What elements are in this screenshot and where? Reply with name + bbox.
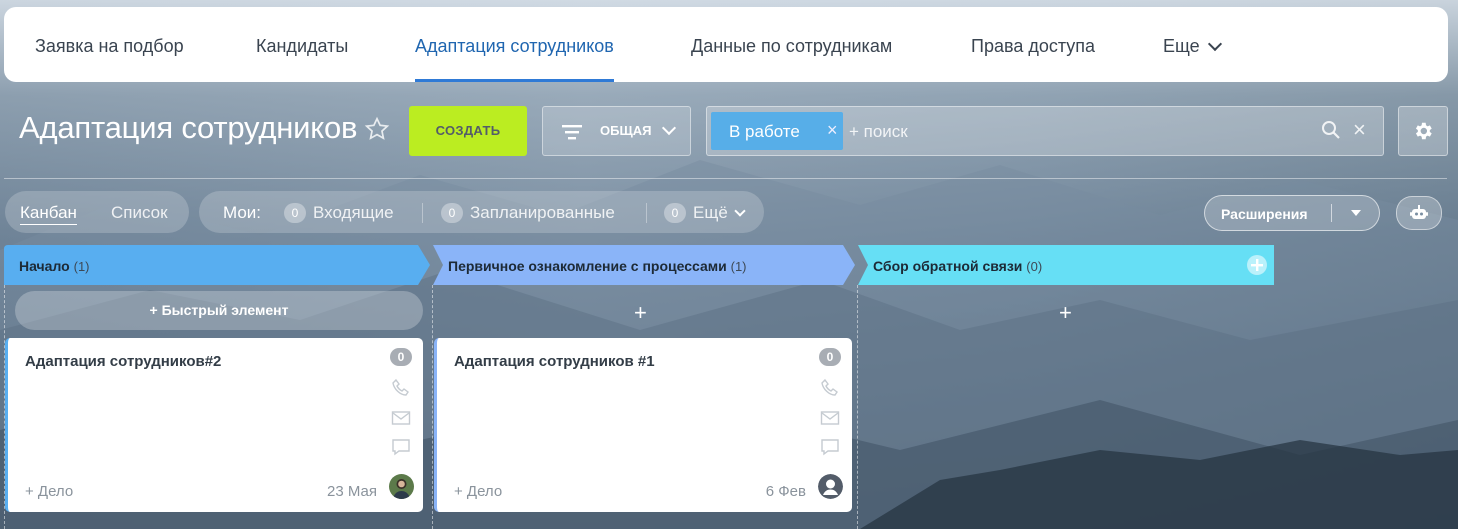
- card-date: 23 Мая: [327, 483, 377, 500]
- card-date: 6 Фев: [765, 483, 806, 500]
- close-icon[interactable]: ×: [827, 120, 838, 141]
- column-title-text: Первичное ознакомление с процессами: [448, 258, 727, 274]
- filter-preset-button[interactable]: ОБЩАЯ: [542, 106, 691, 156]
- header-divider: [4, 178, 1447, 179]
- column-header-feedback[interactable]: Сбор обратной связи (0): [858, 245, 1274, 285]
- chat-icon[interactable]: [820, 437, 840, 457]
- add-todo-link[interactable]: + Дело: [25, 483, 73, 500]
- separator: [1331, 204, 1332, 222]
- column-header-start[interactable]: Начало (1): [4, 245, 430, 285]
- search-icon[interactable]: [1321, 120, 1341, 140]
- tab-employee-adaptation[interactable]: Адаптация сотрудников: [415, 7, 614, 82]
- counter-badge: 0: [664, 203, 686, 223]
- add-column-icon[interactable]: [1246, 254, 1268, 276]
- counters-label: Мои:: [223, 203, 262, 222]
- phone-icon[interactable]: [391, 378, 411, 398]
- column-count: (1): [730, 259, 747, 274]
- tab-more[interactable]: Еще: [1163, 7, 1222, 82]
- gear-icon: [1415, 122, 1432, 140]
- extensions-button[interactable]: Расширения: [1204, 195, 1380, 231]
- create-button[interactable]: СОЗДАТЬ: [409, 106, 527, 156]
- dropdown-arrow-icon[interactable]: [1351, 210, 1361, 216]
- column-count: (1): [73, 259, 90, 274]
- column-divider: [857, 285, 858, 529]
- counter-label: Входящие: [313, 203, 394, 222]
- chevron-down-icon: [661, 120, 677, 136]
- view-list[interactable]: Список: [111, 203, 168, 223]
- view-switcher: Канбан Список: [5, 191, 189, 233]
- top-navigation: Заявка на подбор Кандидаты Адаптация сот…: [4, 7, 1448, 82]
- counter-badge: 0: [284, 203, 306, 223]
- filter-chip-label: В работе: [729, 122, 800, 141]
- view-kanban[interactable]: Канбан: [20, 203, 77, 225]
- add-item-icon[interactable]: +: [634, 300, 647, 326]
- column-title-text: Сбор обратной связи: [873, 258, 1023, 274]
- column-title-text: Начало: [19, 258, 70, 274]
- mail-icon[interactable]: [820, 408, 840, 428]
- tab-recruitment-request[interactable]: Заявка на подбор: [35, 7, 184, 82]
- card-counter-badge: 0: [390, 348, 412, 366]
- robots-button[interactable]: [1396, 196, 1442, 230]
- counter-label: Запланированные: [470, 203, 615, 222]
- column-title: Первичное ознакомление с процессами (1): [448, 258, 747, 274]
- tab-access-rights[interactable]: Права доступа: [971, 7, 1095, 82]
- clear-search-icon[interactable]: ×: [1353, 117, 1366, 143]
- counter-planned[interactable]: 0 Запланированные: [441, 203, 615, 223]
- card-title[interactable]: Адаптация сотрудников #1: [454, 353, 655, 370]
- filter-preset-label: ОБЩАЯ: [600, 123, 652, 138]
- extensions-label: Расширения: [1221, 206, 1308, 222]
- my-counters: Мои: 0 Входящие 0 Запланированные 0 Ещё: [199, 191, 764, 233]
- counter-badge: 0: [441, 203, 463, 223]
- star-icon[interactable]: [364, 116, 390, 142]
- robot-icon: [1410, 205, 1428, 219]
- separator: [422, 203, 423, 223]
- tab-employee-data[interactable]: Данные по сотрудникам: [691, 7, 892, 82]
- avatar[interactable]: [818, 474, 843, 499]
- counter-incoming[interactable]: 0 Входящие: [284, 203, 394, 223]
- add-item-icon[interactable]: +: [1059, 300, 1072, 326]
- column-divider: [432, 285, 433, 529]
- filter-icon: [562, 125, 582, 140]
- settings-button[interactable]: [1398, 106, 1448, 156]
- column-header-intro[interactable]: Первичное ознакомление с процессами (1): [433, 245, 855, 285]
- kanban-card[interactable]: Адаптация сотрудников #1 0 + Дело 6 Фев: [434, 338, 852, 512]
- phone-icon[interactable]: [820, 378, 840, 398]
- chevron-down-icon: [734, 205, 746, 217]
- column-title: Начало (1): [19, 258, 90, 274]
- avatar[interactable]: [389, 474, 414, 499]
- tab-candidates[interactable]: Кандидаты: [256, 7, 348, 82]
- kanban-card[interactable]: Адаптация сотрудников#2 0 + Дело 23 Мая: [5, 338, 423, 512]
- column-title: Сбор обратной связи (0): [873, 258, 1042, 274]
- quick-add-button[interactable]: + Быстрый элемент: [15, 291, 423, 330]
- page-title: Адаптация сотрудников: [19, 110, 358, 145]
- add-todo-link[interactable]: + Дело: [454, 483, 502, 500]
- card-title[interactable]: Адаптация сотрудников#2: [25, 353, 221, 370]
- search-field[interactable]: В работе × + поиск ×: [706, 106, 1384, 156]
- counter-label: Ещё: [693, 203, 728, 222]
- search-input[interactable]: + поиск: [849, 122, 908, 142]
- chat-icon[interactable]: [391, 437, 411, 457]
- separator: [646, 203, 647, 223]
- chevron-down-icon: [1207, 36, 1222, 52]
- column-count: (0): [1026, 259, 1043, 274]
- tab-more-label: Еще: [1163, 36, 1200, 56]
- filter-chip[interactable]: В работе ×: [711, 112, 843, 150]
- counter-more[interactable]: 0 Ещё: [664, 203, 746, 223]
- mail-icon[interactable]: [391, 408, 411, 428]
- card-counter-badge: 0: [819, 348, 841, 366]
